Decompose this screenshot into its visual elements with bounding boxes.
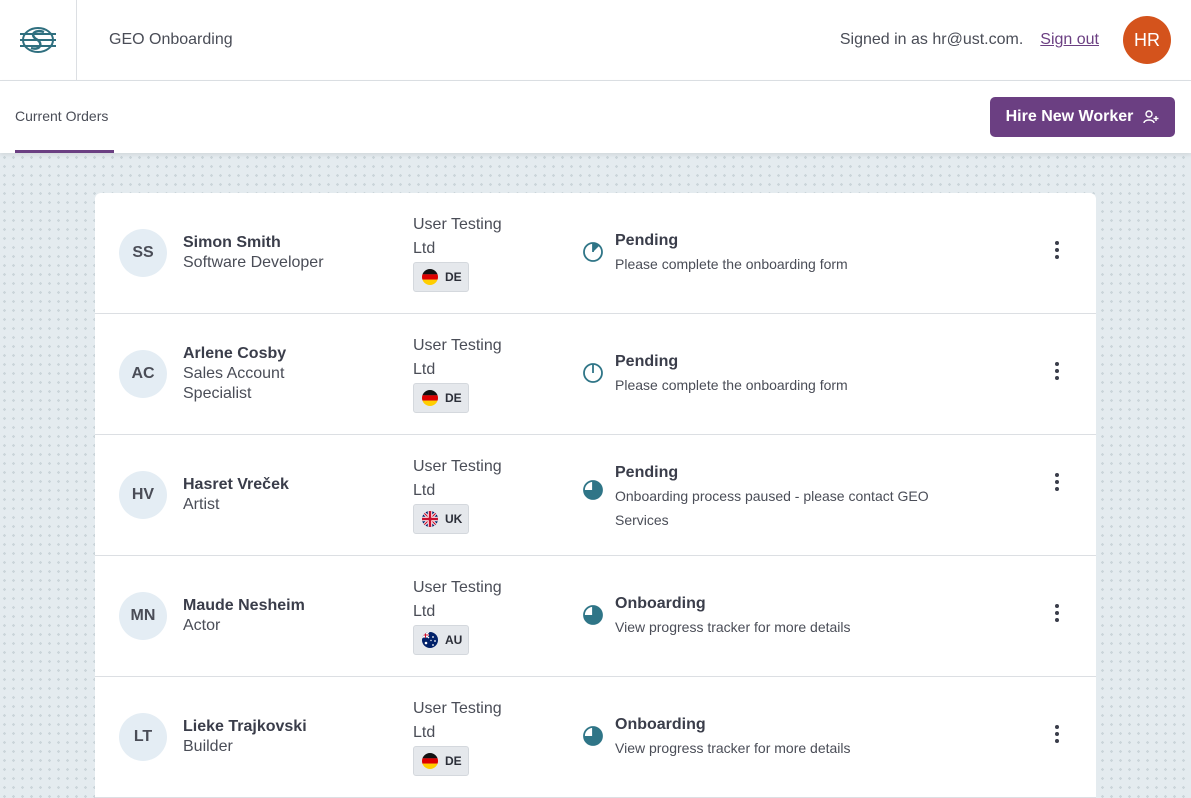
signed-in-text: Signed in as hr@ust.com. xyxy=(839,31,1024,48)
status-description: View progress tracker for more details xyxy=(615,740,851,756)
country-code: AU xyxy=(445,633,463,647)
progress-pie-icon xyxy=(582,241,604,263)
kebab-menu-icon[interactable] xyxy=(1047,471,1067,493)
worker-initials: HV xyxy=(131,486,155,503)
country-code: DE xyxy=(445,754,462,768)
country-badge: DE xyxy=(413,383,469,413)
user-avatar[interactable]: HR xyxy=(1123,16,1171,64)
kebab-menu-icon[interactable] xyxy=(1047,239,1067,261)
country-code: DE xyxy=(445,391,462,405)
country-badge: AU xyxy=(413,625,469,655)
company-name-line: User Testing xyxy=(413,579,502,596)
worker-row[interactable]: AC Arlene Cosby Sales Account Specialist … xyxy=(95,314,1096,435)
worker-name[interactable]: Arlene Cosby xyxy=(183,344,383,364)
germany-flag-icon xyxy=(422,390,438,406)
country-badge: UK xyxy=(413,504,469,534)
status-label: Onboarding xyxy=(615,595,706,612)
add-user-icon xyxy=(1143,110,1159,124)
tab-bar: Current Orders Hire New Worker xyxy=(0,81,1191,153)
worker-name[interactable]: Simon Smith xyxy=(183,233,383,253)
country-code: UK xyxy=(445,512,463,526)
worker-role: Software Developer xyxy=(183,254,324,271)
company-name-line: User Testing xyxy=(413,458,502,475)
active-tab-indicator xyxy=(15,150,114,153)
hire-button-label: Hire New Worker xyxy=(1005,108,1134,125)
company-name-line: Ltd xyxy=(413,482,436,499)
company-name-line: User Testing xyxy=(413,216,502,233)
company-name-line: User Testing xyxy=(413,337,502,354)
country-badge: DE xyxy=(413,262,469,292)
status-description: Onboarding process paused - please conta… xyxy=(615,488,929,504)
progress-pie-icon xyxy=(582,479,604,501)
status-label: Pending xyxy=(615,232,679,249)
worker-company: User Testing Ltd xyxy=(413,213,533,261)
worker-avatar: LT xyxy=(119,713,167,761)
worker-company: User Testing Ltd xyxy=(413,697,533,745)
worker-row[interactable]: LT Lieke Trajkovski Builder User Testing… xyxy=(95,677,1096,798)
status-label: Pending xyxy=(615,353,679,370)
kebab-menu-icon[interactable] xyxy=(1047,723,1067,745)
status-description: Please complete the onboarding form xyxy=(615,256,848,272)
progress-pie-icon xyxy=(582,362,604,384)
company-name-line: Ltd xyxy=(413,724,436,741)
worker-name[interactable]: Hasret Vreček xyxy=(183,475,383,495)
worker-role: Actor xyxy=(183,617,221,634)
app-title: GEO Onboarding xyxy=(109,31,233,48)
kebab-menu-icon[interactable] xyxy=(1047,602,1067,624)
geo-logo-icon xyxy=(20,27,56,53)
worker-company: User Testing Ltd xyxy=(413,455,533,503)
worker-name[interactable]: Lieke Trajkovski xyxy=(183,717,383,737)
worker-initials: SS xyxy=(132,244,154,261)
worker-row[interactable]: SS Simon Smith Software Developer User T… xyxy=(95,193,1096,314)
worker-company: User Testing Ltd xyxy=(413,576,533,624)
company-name-line: User Testing xyxy=(413,700,502,717)
worker-initials: LT xyxy=(133,728,153,745)
status-label: Onboarding xyxy=(615,716,706,733)
kebab-menu-icon[interactable] xyxy=(1047,360,1067,382)
country-badge: DE xyxy=(413,746,469,776)
company-name-line: Ltd xyxy=(413,361,436,378)
worker-initials: AC xyxy=(131,365,155,382)
worker-row[interactable]: MN Maude Nesheim Actor User Testing Ltd A… xyxy=(95,556,1096,677)
uk-flag-icon xyxy=(422,511,438,527)
worker-name[interactable]: Maude Nesheim xyxy=(183,596,383,616)
status-description: View progress tracker for more details xyxy=(615,619,851,635)
worker-initials: MN xyxy=(130,607,156,624)
australia-flag-icon xyxy=(422,632,438,648)
status-description: Services xyxy=(615,512,669,528)
user-avatar-initials: HR xyxy=(1134,29,1160,50)
status-description: Please complete the onboarding form xyxy=(615,377,848,393)
progress-pie-icon xyxy=(582,725,604,747)
company-name-line: Ltd xyxy=(413,240,436,257)
worker-avatar: MN xyxy=(119,592,167,640)
top-bar: GEO Onboarding Signed in as hr@ust.com. … xyxy=(0,0,1191,81)
worker-row[interactable]: HV Hasret Vreček Artist User Testing Ltd … xyxy=(95,435,1096,556)
company-name-line: Ltd xyxy=(413,603,436,620)
worker-role: Artist xyxy=(183,496,220,513)
germany-flag-icon xyxy=(422,753,438,769)
progress-pie-icon xyxy=(582,604,604,626)
tab-current-orders[interactable]: Current Orders xyxy=(15,108,108,124)
sign-out-link[interactable]: Sign out xyxy=(1040,31,1099,49)
worker-role: Sales Account xyxy=(183,365,285,382)
country-code: DE xyxy=(445,270,462,284)
worker-avatar: AC xyxy=(119,350,167,398)
germany-flag-icon xyxy=(422,269,438,285)
status-label: Pending xyxy=(615,464,679,481)
worker-avatar: HV xyxy=(119,471,167,519)
worker-avatar: SS xyxy=(119,229,167,277)
hire-new-worker-button[interactable]: Hire New Worker xyxy=(990,97,1175,137)
worker-list: SS Simon Smith Software Developer User T… xyxy=(95,193,1096,798)
worker-role: Specialist xyxy=(183,385,252,402)
worker-role: Builder xyxy=(183,738,233,755)
logo[interactable] xyxy=(0,0,77,80)
worker-company: User Testing Ltd xyxy=(413,334,533,382)
